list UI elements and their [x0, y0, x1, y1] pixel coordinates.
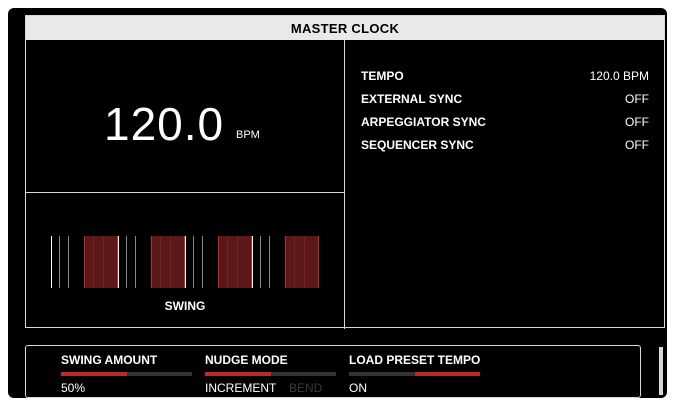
swing-step-line: [126, 236, 127, 288]
swing-step-line: [135, 236, 136, 288]
swing-step-edge: [285, 236, 286, 288]
swing-amount-fill: [61, 372, 127, 376]
param-value: OFF: [625, 115, 649, 129]
swing-step-edge: [318, 236, 319, 288]
display-panel: MASTER CLOCK 120.0 BPM TEMPO 120.0 BPM E…: [8, 8, 667, 398]
swing-step-line: [227, 236, 228, 288]
swing-step-line: [237, 236, 238, 288]
swing-step-line: [193, 236, 194, 288]
swing-step-edge: [218, 236, 219, 288]
param-list: TEMPO 120.0 BPM EXTERNAL SYNC OFF ARPEGG…: [361, 69, 649, 161]
param-label: SEQUENCER SYNC: [361, 138, 474, 152]
param-value: OFF: [625, 92, 649, 106]
param-row-sequencer-sync[interactable]: SEQUENCER SYNC OFF: [361, 138, 649, 161]
swing-step-block: [151, 236, 185, 288]
swing-step-line: [103, 236, 104, 288]
swing-step-line: [269, 236, 270, 288]
swing-step-block: [84, 236, 118, 288]
param-label: ARPEGGIATOR SYNC: [361, 115, 486, 129]
tempo-unit: BPM: [236, 129, 260, 141]
swing-step-line: [68, 236, 69, 288]
param-row-arpeggiator-sync[interactable]: ARPEGGIATOR SYNC OFF: [361, 115, 649, 138]
swing-step-edge: [117, 236, 118, 288]
swing-step-line: [185, 236, 186, 288]
swing-step-edge: [184, 236, 185, 288]
scrollbar[interactable]: [659, 347, 663, 395]
swing-step-block: [218, 236, 252, 288]
nudge-mode-value[interactable]: INCREMENT: [205, 381, 276, 395]
swing-step-line: [160, 236, 161, 288]
load-preset-tempo-toggle[interactable]: [349, 372, 480, 376]
nudge-mode-selector[interactable]: [205, 372, 336, 376]
load-preset-tempo-label: LOAD PRESET TEMPO: [349, 353, 481, 367]
swing-step-line: [93, 236, 94, 288]
swing-step-line: [252, 236, 253, 288]
param-row-external-sync[interactable]: EXTERNAL SYNC OFF: [361, 92, 649, 115]
swing-amount-slider[interactable]: [61, 372, 192, 376]
swing-amount-value: 50%: [61, 381, 86, 395]
swing-amount-label: SWING AMOUNT: [61, 353, 158, 367]
swing-visualizer: [51, 236, 319, 288]
swing-step-line: [170, 236, 171, 288]
param-row-tempo[interactable]: TEMPO 120.0 BPM: [361, 69, 649, 92]
nudge-mode-fill: [205, 372, 271, 376]
nudge-mode-alt-value[interactable]: BEND: [289, 381, 322, 395]
swing-step-line: [294, 236, 295, 288]
param-label: TEMPO: [361, 69, 404, 83]
swing-step-line: [304, 236, 305, 288]
swing-step-line: [260, 236, 261, 288]
param-label: EXTERNAL SYNC: [361, 92, 463, 106]
swing-step-edge: [84, 236, 85, 288]
swing-step-edge: [151, 236, 152, 288]
swing-step-block: [285, 236, 319, 288]
swing-step-line: [118, 236, 119, 288]
load-preset-tempo-fill: [414, 372, 480, 376]
master-clock-box: MASTER CLOCK 120.0 BPM TEMPO 120.0 BPM E…: [25, 15, 665, 329]
swing-step-line: [59, 236, 60, 288]
swing-step-line: [202, 236, 203, 288]
swing-step-edge: [251, 236, 252, 288]
vertical-divider: [344, 40, 345, 329]
horizontal-divider: [26, 192, 344, 193]
page-title: MASTER CLOCK: [26, 16, 664, 40]
load-preset-tempo-value: ON: [349, 381, 367, 395]
nudge-mode-label: NUDGE MODE: [205, 353, 288, 367]
param-value: 120.0 BPM: [589, 69, 649, 83]
swing-label: SWING: [164, 299, 206, 313]
control-strip: SWING AMOUNT 50% NUDGE MODE INCREMENT BE…: [25, 345, 641, 398]
swing-step-line: [51, 236, 52, 288]
param-value: OFF: [625, 138, 649, 152]
tempo-readout: 120.0: [104, 98, 225, 150]
